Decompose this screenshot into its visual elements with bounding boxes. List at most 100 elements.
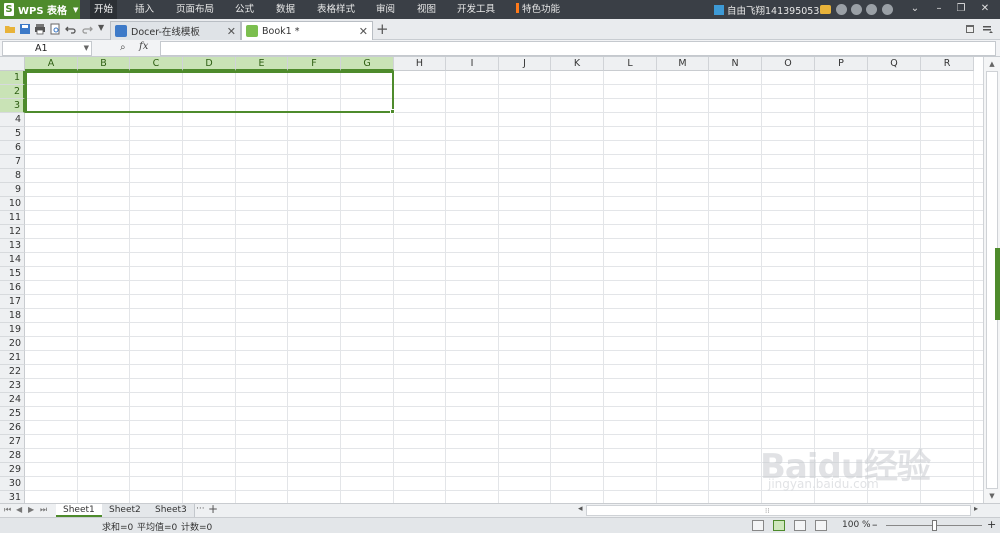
scroll-left-icon[interactable]: ◂ [578, 504, 583, 514]
column-header-m[interactable]: M [657, 57, 709, 71]
row-header-2[interactable]: 2 [0, 85, 25, 99]
row-header-8[interactable]: 8 [0, 169, 25, 183]
column-header-l[interactable]: L [604, 57, 657, 71]
zoom-out-button[interactable]: – [872, 518, 878, 531]
zoom-lookup-icon[interactable]: ⌕ [120, 42, 126, 53]
help-icon[interactable] [882, 4, 893, 15]
tab-book1[interactable]: Book1 * ✕ [241, 21, 373, 40]
minimize-icon[interactable]: – [930, 2, 948, 16]
column-header-g[interactable]: G [341, 57, 394, 71]
row-header-17[interactable]: 17 [0, 295, 25, 309]
column-header-d[interactable]: D [183, 57, 236, 71]
column-header-e[interactable]: E [236, 57, 288, 71]
column-header-n[interactable]: N [709, 57, 762, 71]
row-header-20[interactable]: 20 [0, 337, 25, 351]
undo-icon[interactable] [65, 23, 77, 35]
prev-sheet-icon[interactable]: ◀ [16, 505, 22, 514]
row-header-7[interactable]: 7 [0, 155, 25, 169]
menu-view[interactable]: 视图 [413, 0, 440, 19]
horizontal-scrollbar[interactable]: ⁞⁞ [586, 505, 971, 516]
zoom-slider-thumb[interactable] [932, 520, 937, 531]
spreadsheet-grid[interactable]: ABCDEFGHIJKLMNOPQR 1 2 3 4 5 6 7 8 9 10 11 12 13 14 15… [0, 57, 983, 503]
row-header-24[interactable]: 24 [0, 393, 25, 407]
last-sheet-icon[interactable]: ⏭ [40, 505, 47, 515]
save-icon[interactable] [19, 23, 31, 35]
row-header-13[interactable]: 13 [0, 239, 25, 253]
row-header-4[interactable]: 4 [0, 113, 25, 127]
menu-data[interactable]: 数据 [272, 0, 299, 19]
options-icon[interactable] [982, 23, 994, 35]
close-icon[interactable]: ✕ [976, 2, 994, 16]
mail-icon[interactable] [820, 5, 831, 14]
row-header-26[interactable]: 26 [0, 421, 25, 435]
chevron-down-icon[interactable]: ▼ [84, 42, 89, 55]
print-icon[interactable] [34, 23, 46, 35]
row-header-30[interactable]: 30 [0, 477, 25, 491]
row-header-28[interactable]: 28 [0, 449, 25, 463]
menu-features[interactable]: 特色功能 [512, 0, 564, 19]
column-header-k[interactable]: K [551, 57, 604, 71]
normal-view-icon[interactable] [773, 520, 785, 531]
cell-selection[interactable] [25, 71, 395, 114]
fullscreen-view-icon[interactable] [815, 520, 827, 531]
app-menu-button[interactable]: S WPS 表格 ▼ [0, 0, 80, 19]
add-sheet-button[interactable]: + [208, 502, 218, 516]
name-box[interactable]: A1 ▼ [2, 41, 92, 56]
column-header-a[interactable]: A [25, 57, 78, 71]
column-header-o[interactable]: O [762, 57, 815, 71]
row-header-27[interactable]: 27 [0, 435, 25, 449]
scroll-up-icon[interactable]: ▲ [987, 60, 997, 68]
select-all-corner[interactable] [0, 57, 25, 71]
sheet-tab-sheet3[interactable]: Sheet3 [148, 504, 195, 517]
row-header-31[interactable]: 31 [0, 491, 25, 503]
row-header-9[interactable]: 9 [0, 183, 25, 197]
row-header-12[interactable]: 12 [0, 225, 25, 239]
row-header-3[interactable]: 3 [0, 99, 25, 113]
sheet-tab-sheet2[interactable]: Sheet2 [102, 504, 149, 517]
insert-function-button[interactable]: fx [139, 41, 148, 52]
row-header-15[interactable]: 15 [0, 267, 25, 281]
row-header-10[interactable]: 10 [0, 197, 25, 211]
column-header-f[interactable]: F [288, 57, 341, 71]
row-header-22[interactable]: 22 [0, 365, 25, 379]
menu-formulas[interactable]: 公式 [231, 0, 258, 19]
zoom-level[interactable]: 100 % [842, 520, 871, 530]
menu-developer[interactable]: 开发工具 [453, 0, 499, 19]
window-layout-icon[interactable] [964, 23, 976, 35]
menu-page-layout[interactable]: 页面布局 [172, 0, 218, 19]
user-account[interactable]: 自由飞翔1413950539 [714, 0, 825, 19]
restore-icon[interactable]: ❐ [952, 2, 970, 16]
next-sheet-icon[interactable]: ▶ [28, 505, 34, 514]
row-header-1[interactable]: 1 [0, 71, 25, 85]
toolbar-more-icon[interactable]: ▼ [98, 23, 104, 32]
row-header-23[interactable]: 23 [0, 379, 25, 393]
more-sheets-icon[interactable]: ··· [196, 504, 205, 514]
column-header-r[interactable]: R [921, 57, 974, 71]
formula-input[interactable] [160, 41, 996, 56]
scroll-right-icon[interactable]: ▸ [974, 504, 978, 513]
close-icon[interactable]: ✕ [359, 25, 368, 38]
row-header-18[interactable]: 18 [0, 309, 25, 323]
ribbon-toggle-icon[interactable]: ⌄ [906, 2, 924, 16]
column-header-b[interactable]: B [78, 57, 130, 71]
side-panel-toggle[interactable] [995, 248, 1000, 320]
skin-icon[interactable] [836, 4, 847, 15]
new-tab-button[interactable]: + [376, 21, 389, 38]
menu-insert[interactable]: 插入 [131, 0, 158, 19]
zoom-in-button[interactable]: + [987, 518, 996, 531]
scroll-down-icon[interactable]: ▼ [987, 492, 997, 500]
row-header-21[interactable]: 21 [0, 351, 25, 365]
column-header-p[interactable]: P [815, 57, 868, 71]
column-header-i[interactable]: I [446, 57, 499, 71]
close-icon[interactable]: ✕ [227, 25, 236, 38]
row-header-16[interactable]: 16 [0, 281, 25, 295]
sheet-tab-sheet1[interactable]: Sheet1 [56, 504, 103, 517]
row-header-29[interactable]: 29 [0, 463, 25, 477]
menu-review[interactable]: 审阅 [372, 0, 399, 19]
row-header-14[interactable]: 14 [0, 253, 25, 267]
column-header-q[interactable]: Q [868, 57, 921, 71]
row-header-11[interactable]: 11 [0, 211, 25, 225]
row-header-6[interactable]: 6 [0, 141, 25, 155]
redo-icon[interactable] [81, 23, 93, 35]
column-header-j[interactable]: J [499, 57, 551, 71]
